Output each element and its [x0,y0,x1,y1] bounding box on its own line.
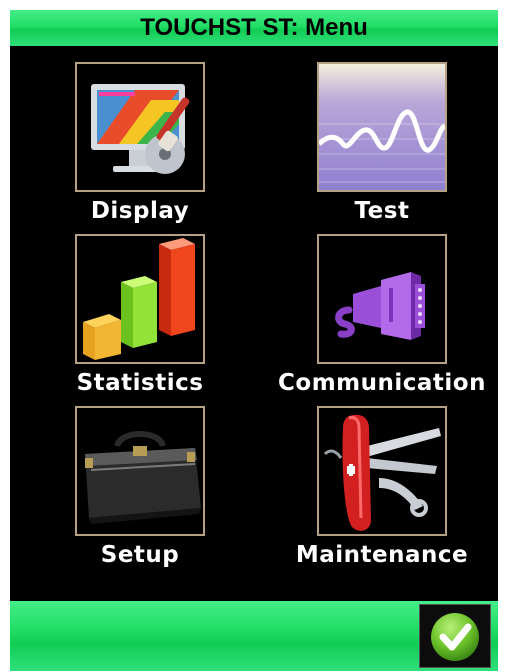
page-title: TOUCHST ST: Menu [140,14,368,41]
menu-item-label: Test [354,198,410,224]
checkmark-icon [431,613,479,661]
menu-item-setup[interactable]: Setup [30,406,250,576]
menu-item-statistics[interactable]: Statistics [30,234,250,404]
menu-item-label: Communication [278,370,486,396]
toolbag-icon [75,406,205,536]
title-bar: TOUCHST ST: Menu [10,10,498,46]
ok-button[interactable] [419,604,491,668]
menu-item-label: Statistics [76,370,204,396]
waveform-icon [317,62,447,192]
menu-item-label: Setup [100,542,180,568]
menu-item-display[interactable]: Display [30,62,250,232]
swiss-army-knife-icon [317,406,447,536]
menu-item-maintenance[interactable]: Maintenance [272,406,492,576]
menu-item-label: Display [90,198,190,224]
serial-connector-icon [317,234,447,364]
bar-chart-3d-icon [75,234,205,364]
menu-item-label: Maintenance [295,542,469,568]
menu-item-test[interactable]: Test [272,62,492,232]
display-icon [75,62,205,192]
menu-item-communication[interactable]: Communication [272,234,492,404]
